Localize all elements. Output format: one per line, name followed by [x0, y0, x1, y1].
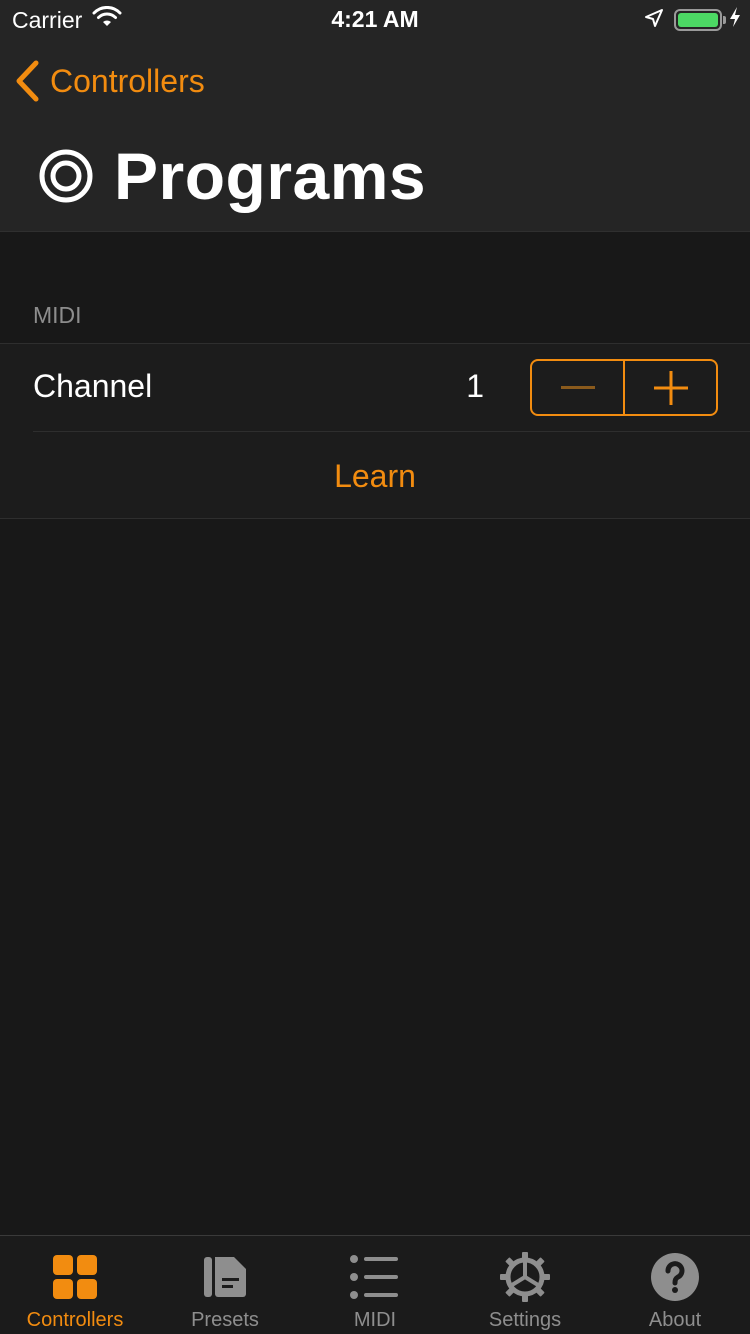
- back-button-label: Controllers: [50, 62, 205, 99]
- increment-button[interactable]: [625, 361, 716, 414]
- tab-settings[interactable]: Settings: [450, 1236, 600, 1334]
- channel-value: 1: [466, 368, 484, 404]
- channel-row: Channel 1: [0, 344, 750, 431]
- tab-label: MIDI: [353, 1309, 397, 1331]
- status-right: [644, 6, 742, 34]
- list-icon: [350, 1252, 400, 1302]
- channel-stepper: [530, 359, 718, 416]
- status-bar: Carrier 4:21 AM: [0, 0, 750, 40]
- grid-icon: [50, 1252, 100, 1302]
- tab-bar: Controllers Presets MIDI Settings About: [0, 1235, 750, 1334]
- minus-icon: [560, 385, 595, 389]
- tab-midi[interactable]: MIDI: [300, 1236, 450, 1334]
- tab-label: Controllers: [26, 1309, 124, 1331]
- tab-presets[interactable]: Presets: [150, 1236, 300, 1334]
- decrement-button[interactable]: [532, 361, 625, 414]
- page-title: Programs: [114, 139, 427, 213]
- learn-button[interactable]: Learn: [0, 432, 750, 520]
- navigation-header: Controllers Programs: [0, 40, 750, 232]
- tab-controllers[interactable]: Controllers: [0, 1236, 150, 1334]
- battery-tip: [723, 16, 726, 24]
- learn-label: Learn: [334, 457, 416, 494]
- gear-icon: [500, 1252, 550, 1302]
- location-icon: [644, 7, 664, 34]
- plus-icon: [653, 370, 688, 405]
- document-icon: [200, 1252, 250, 1302]
- section-header: MIDI: [33, 302, 82, 328]
- back-button[interactable]: Controllers: [14, 60, 205, 102]
- midi-settings-group: Channel 1 Learn: [0, 343, 750, 519]
- question-icon: [650, 1252, 700, 1302]
- battery-fill: [678, 13, 718, 27]
- status-time: 4:21 AM: [331, 6, 419, 32]
- chevron-left-icon: [16, 60, 39, 102]
- concentric-circles-icon: [39, 149, 93, 203]
- screen: Carrier 4:21 AM Controllers Programs MID…: [0, 0, 750, 1334]
- page-title-row: Programs: [38, 138, 426, 214]
- tab-label: Presets: [191, 1309, 259, 1331]
- tab-about[interactable]: About: [600, 1236, 750, 1334]
- channel-label: Channel: [33, 368, 153, 404]
- tab-label: About: [648, 1309, 702, 1331]
- tab-label: Settings: [488, 1309, 562, 1331]
- charging-bolt-icon: [728, 6, 742, 34]
- battery-icon: [674, 9, 726, 31]
